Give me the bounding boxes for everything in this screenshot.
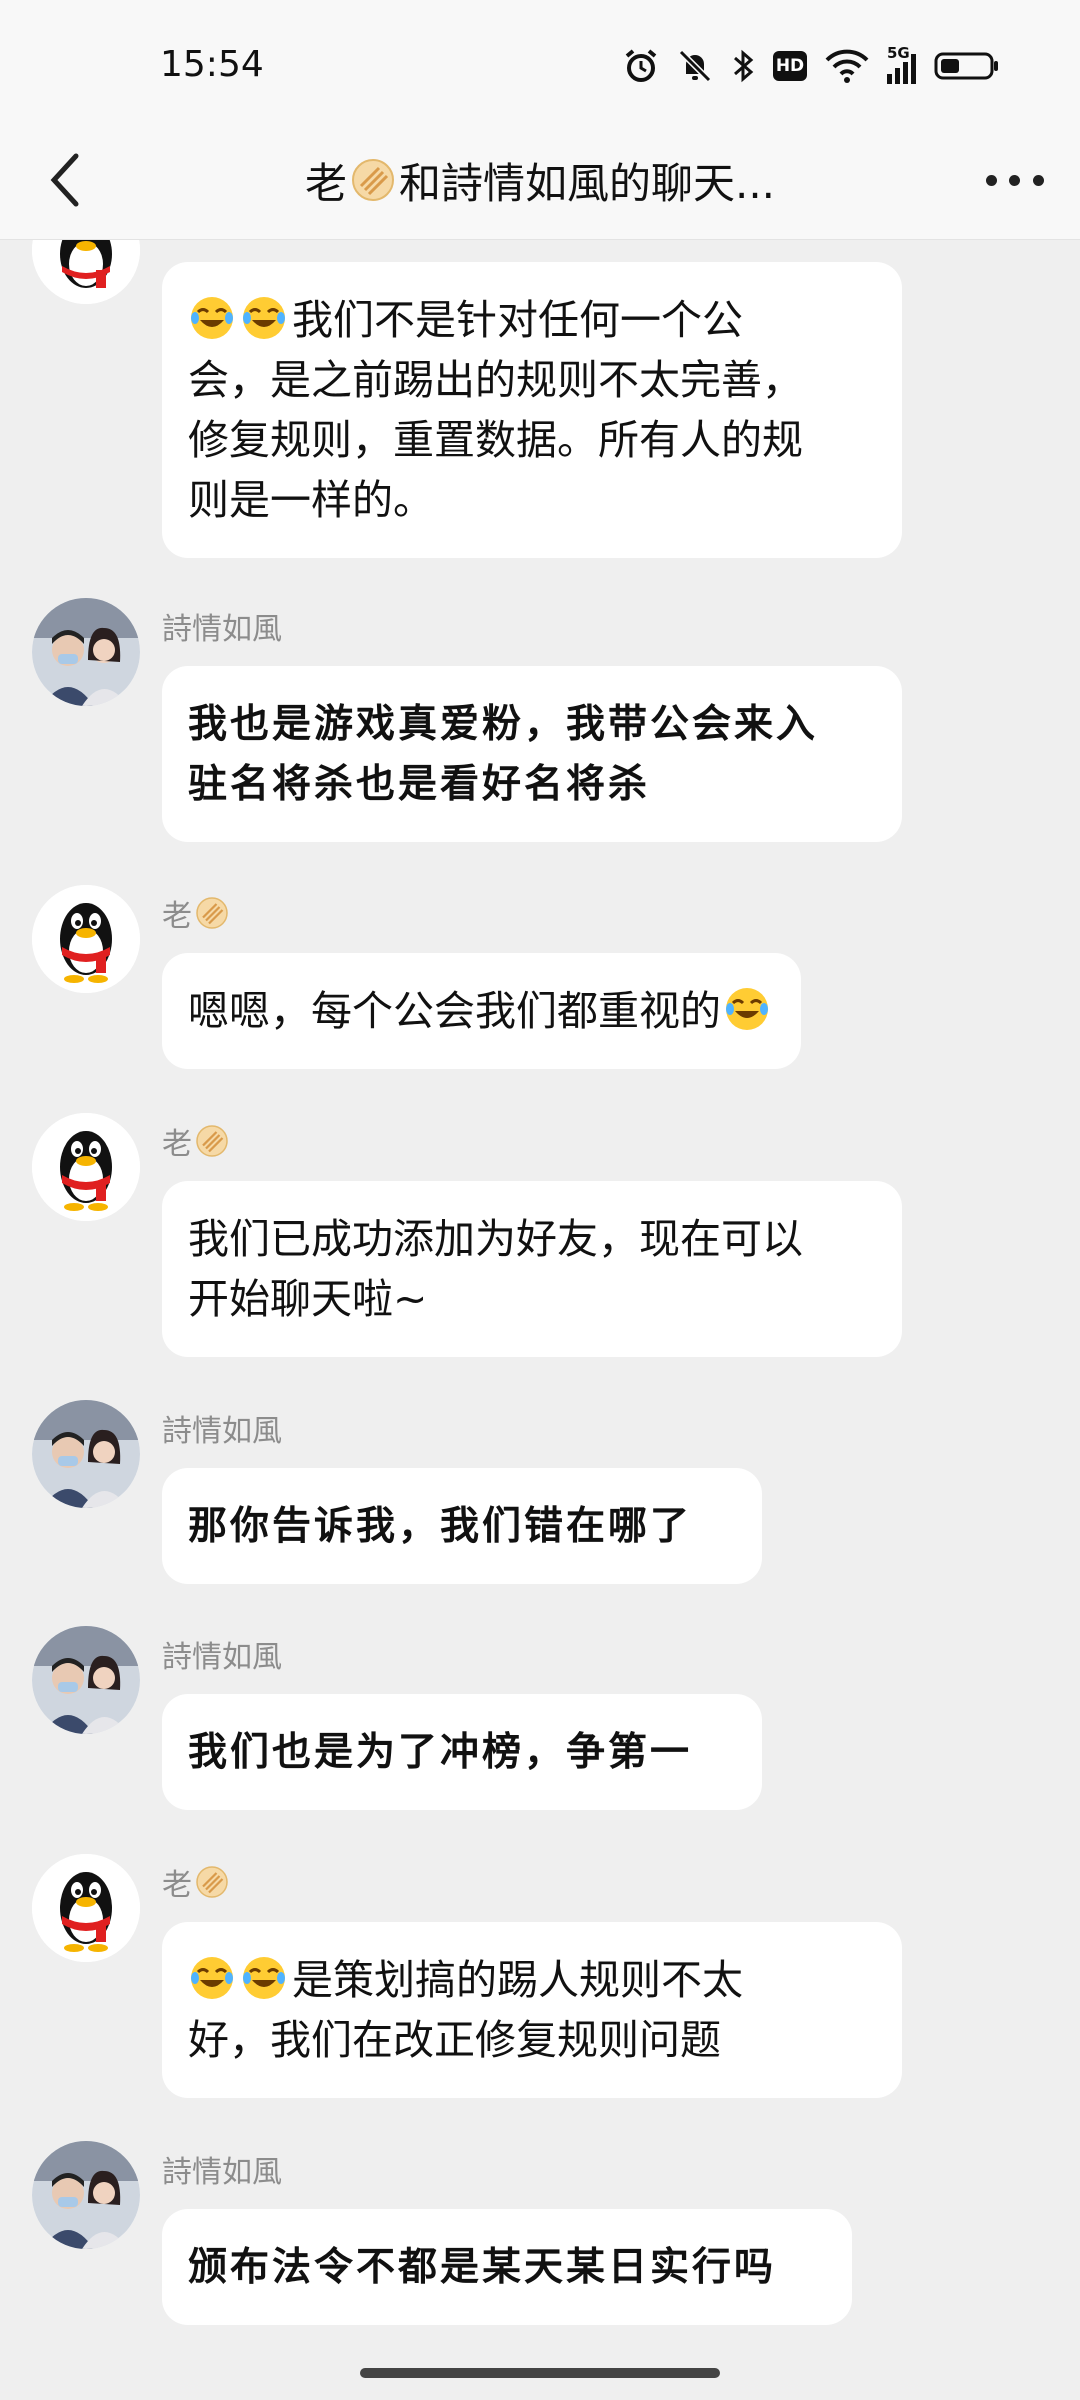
sender-name: 老	[162, 1119, 230, 1163]
message-bubble[interactable]: 颁布法令不都是某天某日实行吗	[162, 2209, 852, 2325]
message-text: 我们也是为了冲榜，争第一	[188, 1729, 693, 1775]
5g-signal-icon: 5G	[887, 44, 916, 84]
message-text: 我们已成功添加为好友，现在可以	[188, 1215, 803, 1263]
bluetooth-icon	[734, 49, 754, 83]
message-bubble[interactable]: 我们已成功添加为好友，现在可以 开始聊天啦~	[162, 1181, 902, 1357]
photo-avatar-icon	[32, 1626, 140, 1734]
sender-name: 詩情如風	[162, 1406, 282, 1450]
laughing-emoji-icon	[240, 294, 288, 342]
message-text: 我们不是针对任何一个公	[292, 296, 743, 344]
penguin-icon	[32, 885, 140, 993]
sender-name: 老	[162, 891, 230, 935]
laughing-emoji-icon	[188, 1954, 236, 2002]
message-text: 开始聊天啦~	[188, 1275, 428, 1323]
couple-photo-avatar[interactable]	[32, 598, 140, 706]
sender-label: 詩情如風	[162, 2155, 282, 2190]
cookie-emoji-icon	[196, 1125, 228, 1157]
sender-label: 詩情如風	[162, 1640, 282, 1675]
photo-avatar-icon	[32, 2141, 140, 2249]
sender-label: 詩情如風	[162, 612, 282, 647]
message-bubble[interactable]: 我也是游戏真爱粉，我带公会来入 驻名将杀也是看好名将杀	[162, 666, 902, 842]
qq-penguin-avatar[interactable]	[32, 885, 140, 993]
battery-icon	[934, 52, 998, 80]
title-suffix: 和詩情如風的聊天...	[398, 158, 776, 208]
message-text: 那你告诉我，我们错在哪了	[188, 1503, 693, 1549]
message-text: 我也是游戏真爱粉，我带公会来入	[188, 701, 819, 747]
cookie-emoji-icon	[196, 1866, 228, 1898]
title-prefix: 老	[304, 158, 347, 208]
alarm-icon	[625, 49, 657, 82]
message-text: 是策划搞的踢人规则不太	[292, 1956, 743, 2004]
message-text: 嗯嗯，每个公会我们都重视的	[188, 987, 721, 1035]
message-text: 颁布法令不都是某天某日实行吗	[188, 2244, 777, 2290]
qq-penguin-avatar[interactable]	[32, 1854, 140, 1962]
laughing-emoji-icon	[240, 1954, 288, 2002]
sender-label: 老	[162, 899, 192, 934]
penguin-icon	[32, 240, 140, 304]
chat-message-list[interactable]: 我们不是针对任何一个公 会，是之前踢出的规则不太完善， 修复规则，重置数据。所有…	[0, 240, 1080, 2352]
wifi-icon	[825, 49, 869, 83]
message-text: 驻名将杀也是看好名将杀	[188, 761, 651, 807]
chat-header: 老 和詩情如風的聊天...	[0, 120, 1080, 240]
hd-icon: HD	[773, 51, 807, 81]
message-bubble[interactable]: 嗯嗯，每个公会我们都重视的	[162, 953, 801, 1069]
mute-bell-icon	[678, 49, 712, 83]
laughing-emoji-icon	[188, 294, 236, 342]
sender-label: 老	[162, 1868, 192, 1903]
sender-name: 詩情如風	[162, 604, 282, 648]
qq-penguin-avatar[interactable]	[32, 240, 140, 304]
couple-photo-avatar[interactable]	[32, 1400, 140, 1508]
message-bubble[interactable]: 那你告诉我，我们错在哪了	[162, 1468, 762, 1584]
couple-photo-avatar[interactable]	[32, 1626, 140, 1734]
laughing-emoji-icon	[723, 985, 771, 1033]
status-bar: 15:54 HD 5G	[0, 0, 1080, 120]
message-bubble[interactable]: 是策划搞的踢人规则不太 好，我们在改正修复规则问题	[162, 1922, 902, 2098]
sender-label: 詩情如風	[162, 1414, 282, 1449]
page-title: 老 和詩情如風的聊天...	[200, 148, 880, 212]
network-label: 5G	[887, 44, 910, 62]
message-bubble[interactable]: 我们也是为了冲榜，争第一	[162, 1694, 762, 1810]
more-dots-icon[interactable]	[980, 160, 1050, 200]
message-text: 会，是之前踢出的规则不太完善，	[188, 356, 803, 404]
message-text: 好，我们在改正修复规则问题	[188, 2016, 721, 2064]
cookie-emoji-icon	[351, 159, 394, 201]
chevron-left-icon[interactable]	[36, 148, 100, 212]
cookie-emoji-icon	[196, 897, 228, 929]
status-time: 15:54	[160, 44, 264, 85]
photo-avatar-icon	[32, 1400, 140, 1508]
message-text: 则是一样的。	[188, 476, 434, 524]
qq-penguin-avatar[interactable]	[32, 1113, 140, 1221]
message-text: 修复规则，重置数据。所有人的规	[188, 416, 803, 464]
sender-name: 詩情如風	[162, 1632, 282, 1676]
message-bubble[interactable]: 我们不是针对任何一个公 会，是之前踢出的规则不太完善， 修复规则，重置数据。所有…	[162, 262, 902, 558]
penguin-icon	[32, 1854, 140, 1962]
status-icons: HD 5G	[623, 44, 1000, 88]
sender-name: 老	[162, 1860, 230, 1904]
penguin-icon	[32, 1113, 140, 1221]
sender-name: 詩情如風	[162, 2147, 282, 2191]
home-indicator[interactable]	[360, 2368, 720, 2378]
couple-photo-avatar[interactable]	[32, 2141, 140, 2249]
photo-avatar-icon	[32, 598, 140, 706]
sender-label: 老	[162, 1127, 192, 1162]
